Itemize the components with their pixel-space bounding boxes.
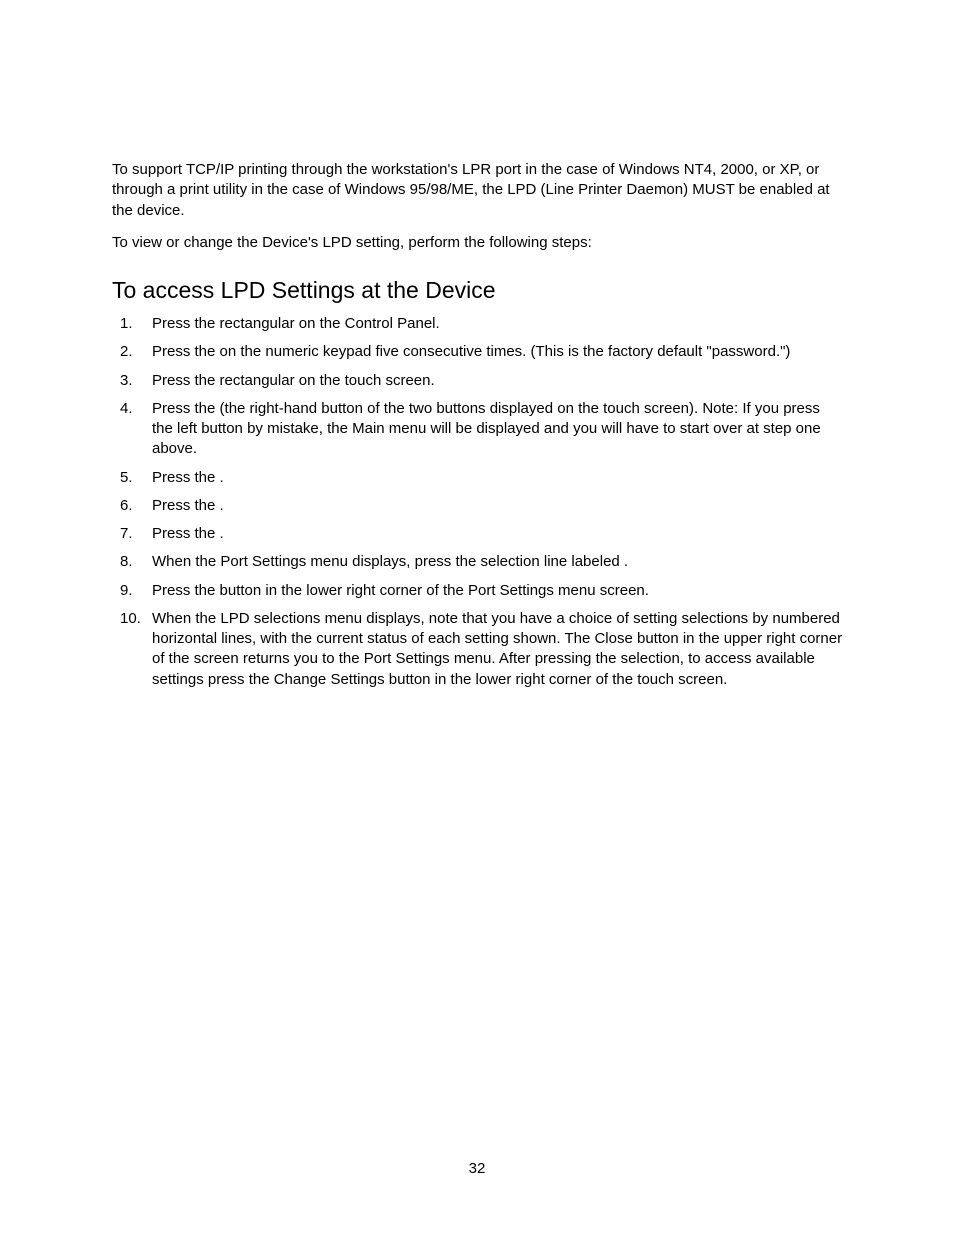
intro-paragraph-2: To view or change the Device's LPD setti… — [112, 233, 844, 253]
list-item: When the LPD selections menu displays, n… — [112, 609, 844, 690]
list-item: Press the . — [112, 468, 844, 488]
page-number: 32 — [0, 1159, 954, 1179]
list-item: Press the rectangular on the Control Pan… — [112, 314, 844, 334]
list-item: Press the button in the lower right corn… — [112, 581, 844, 601]
intro-paragraph-1: To support TCP/IP printing through the w… — [112, 160, 844, 221]
section-heading: To access LPD Settings at the Device — [112, 275, 844, 306]
list-item: When the Port Settings menu displays, pr… — [112, 552, 844, 572]
list-item: Press the . — [112, 496, 844, 516]
list-item: Press the . — [112, 524, 844, 544]
list-item: Press the on the numeric keypad five con… — [112, 342, 844, 362]
list-item: Press the rectangular on the touch scree… — [112, 371, 844, 391]
list-item: Press the (the right-hand button of the … — [112, 399, 844, 460]
page: To support TCP/IP printing through the w… — [0, 0, 954, 1235]
intro-block: To support TCP/IP printing through the w… — [112, 160, 844, 253]
steps-list: Press the rectangular on the Control Pan… — [112, 314, 844, 690]
